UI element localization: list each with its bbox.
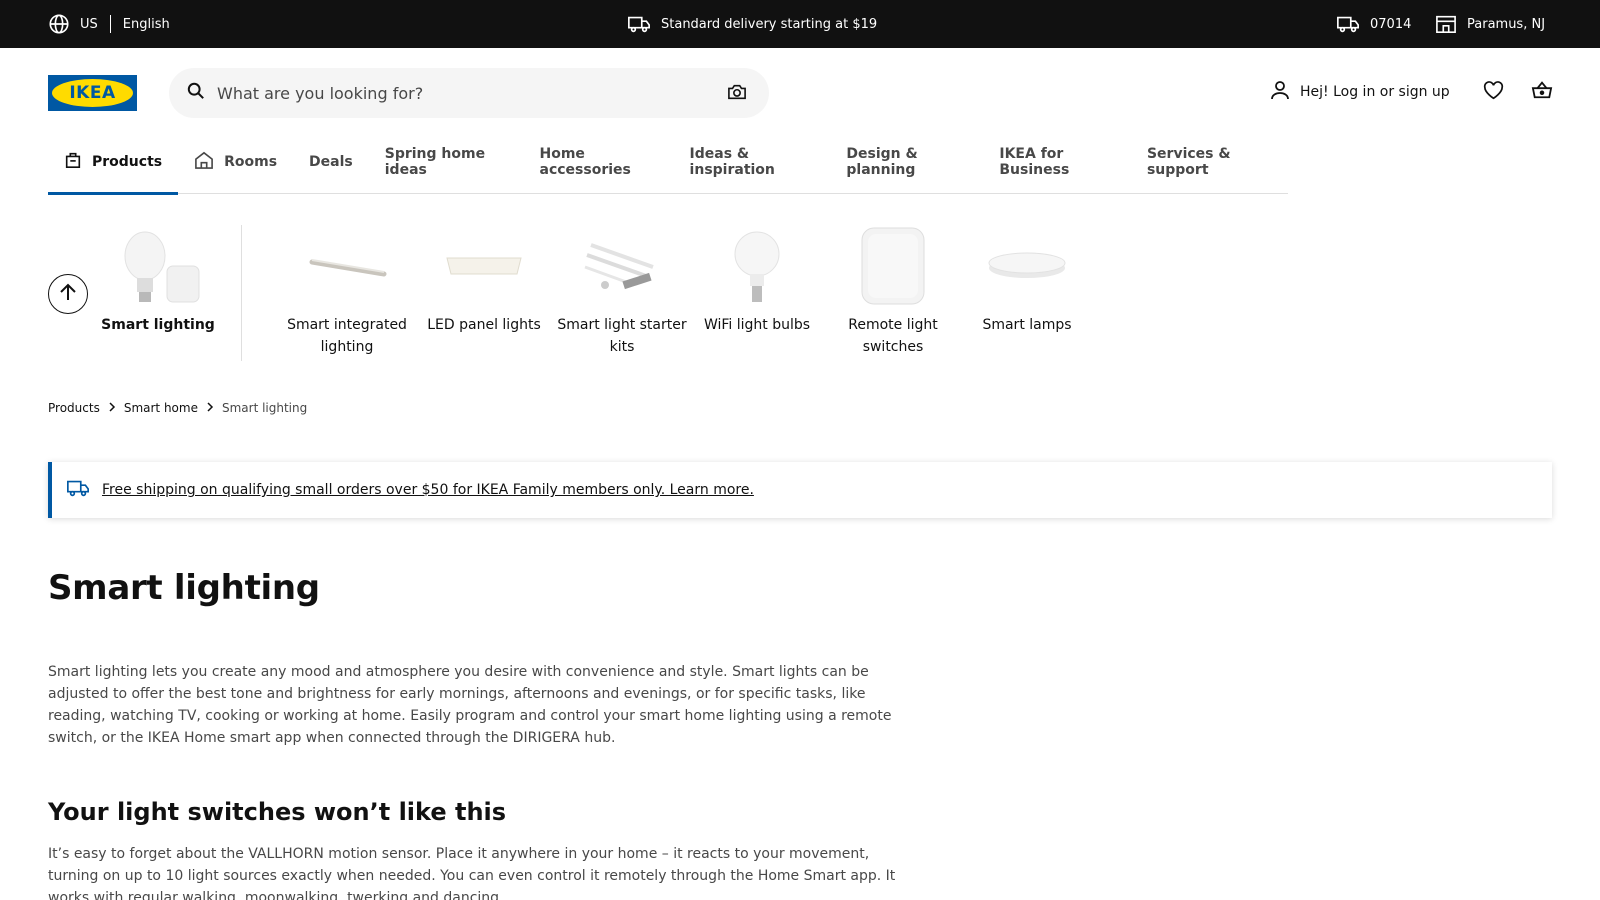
- tab-ikea-for-business[interactable]: IKEA for Business: [983, 144, 1131, 194]
- category-label: Remote light switches: [848, 317, 938, 355]
- logo-oval: IKEA: [52, 79, 133, 107]
- category-remote-light-switches[interactable]: Remote light switches: [828, 224, 958, 358]
- tab-label: Products: [92, 154, 163, 170]
- arrow-up-icon: [58, 282, 78, 306]
- login-link[interactable]: Hej! Log in or sign up: [1270, 72, 1450, 112]
- store-name[interactable]: Paramus, NJ: [1467, 17, 1545, 32]
- category-led-panel-lights[interactable]: LED panel lights: [419, 224, 549, 336]
- user-icon: [1270, 80, 1290, 104]
- search-input[interactable]: [217, 83, 697, 103]
- breadcrumb-smart-home[interactable]: Smart home: [124, 401, 198, 415]
- country-code[interactable]: US: [80, 17, 98, 32]
- shipping-banner: Free shipping on qualifying small orders…: [48, 462, 1552, 518]
- store-selector[interactable]: Paramus, NJ: [1435, 0, 1545, 48]
- smart-lighting-image: [93, 224, 223, 308]
- category-label: Smart lamps: [982, 317, 1072, 333]
- globe-icon: [48, 13, 70, 35]
- chevron-right-icon: [206, 401, 214, 415]
- page-title: Smart lighting: [48, 568, 320, 608]
- section-paragraph: It’s easy to forget about the VALLHORN m…: [48, 846, 896, 900]
- truck-icon: [66, 478, 90, 502]
- logo-text: IKEA: [69, 83, 116, 103]
- led-panel-image: [419, 224, 549, 308]
- smart-lamp-image: [962, 224, 1092, 308]
- integrated-lighting-image: [282, 224, 412, 308]
- truck-icon: [1336, 14, 1360, 34]
- tab-home-accessories[interactable]: Home accessories: [524, 144, 674, 194]
- tab-products[interactable]: Products: [48, 144, 179, 195]
- category-wifi-light-bulbs[interactable]: WiFi light bulbs: [692, 224, 822, 336]
- tab-services-support[interactable]: Services & support: [1131, 144, 1288, 194]
- breadcrumb: Products Smart home Smart lighting: [48, 401, 307, 415]
- category-smart-lighting[interactable]: Smart lighting: [93, 224, 223, 336]
- category-label: WiFi light bulbs: [703, 317, 811, 333]
- category-divider: [241, 225, 242, 361]
- camera-icon[interactable]: [727, 83, 747, 105]
- tab-rooms[interactable]: Rooms: [178, 144, 293, 194]
- category-smart-integrated-lighting[interactable]: Smart integrated lighting: [282, 224, 412, 358]
- main-nav: Products Rooms Deals Spring home ideas H…: [48, 144, 1288, 195]
- locale-divider: [109, 15, 111, 33]
- cart-button[interactable]: [1531, 72, 1553, 112]
- category-label: Smart light starter kits: [557, 317, 687, 355]
- truck-icon: [627, 14, 651, 34]
- breadcrumb-products[interactable]: Products: [48, 401, 100, 415]
- locale-selector[interactable]: US English: [48, 0, 170, 48]
- login-label[interactable]: Hej! Log in or sign up: [1300, 84, 1450, 100]
- shipping-banner-link[interactable]: Free shipping on qualifying small orders…: [102, 482, 754, 498]
- tab-ideas-inspiration[interactable]: Ideas & inspiration: [674, 144, 831, 194]
- category-smart-lamps[interactable]: Smart lamps: [962, 224, 1092, 336]
- tab-spring-home-ideas[interactable]: Spring home ideas: [369, 144, 524, 194]
- category-smart-light-starter-kits[interactable]: Smart light starter kits: [557, 224, 687, 358]
- chevron-right-icon: [108, 401, 116, 415]
- tab-deals[interactable]: Deals: [293, 144, 369, 194]
- language-label[interactable]: English: [123, 17, 170, 32]
- store-icon: [1435, 14, 1457, 34]
- category-label: Smart integrated lighting: [287, 317, 407, 355]
- wifi-bulb-image: [692, 224, 822, 308]
- starter-kit-image: [557, 224, 687, 308]
- search-bar[interactable]: [169, 68, 769, 118]
- wishlist-button[interactable]: [1483, 72, 1504, 112]
- top-bar: US English Standard delivery starting at…: [0, 0, 1600, 48]
- zip-code[interactable]: 07014: [1370, 17, 1411, 32]
- remote-switch-image: [828, 224, 958, 308]
- tab-design-planning[interactable]: Design & planning: [830, 144, 983, 194]
- category-label: LED panel lights: [427, 317, 541, 333]
- intro-paragraph: Smart lighting lets you create any mood …: [48, 664, 892, 746]
- delivery-text[interactable]: Standard delivery starting at $19: [661, 17, 877, 32]
- breadcrumb-current: Smart lighting: [221, 401, 308, 415]
- section-heading: Your light switches won’t like this: [48, 798, 507, 826]
- bag-icon: [64, 151, 82, 173]
- home-icon: [194, 151, 214, 173]
- back-up-button[interactable]: [48, 274, 88, 314]
- category-label: Smart lighting: [101, 317, 215, 333]
- delivery-info[interactable]: Standard delivery starting at $19: [627, 0, 877, 48]
- heart-icon: [1483, 80, 1504, 104]
- search-icon[interactable]: [187, 82, 205, 104]
- basket-icon: [1531, 80, 1553, 104]
- ikea-logo[interactable]: IKEA: [48, 75, 137, 111]
- zip-selector[interactable]: 07014: [1336, 0, 1411, 48]
- tab-label: Rooms: [224, 154, 278, 170]
